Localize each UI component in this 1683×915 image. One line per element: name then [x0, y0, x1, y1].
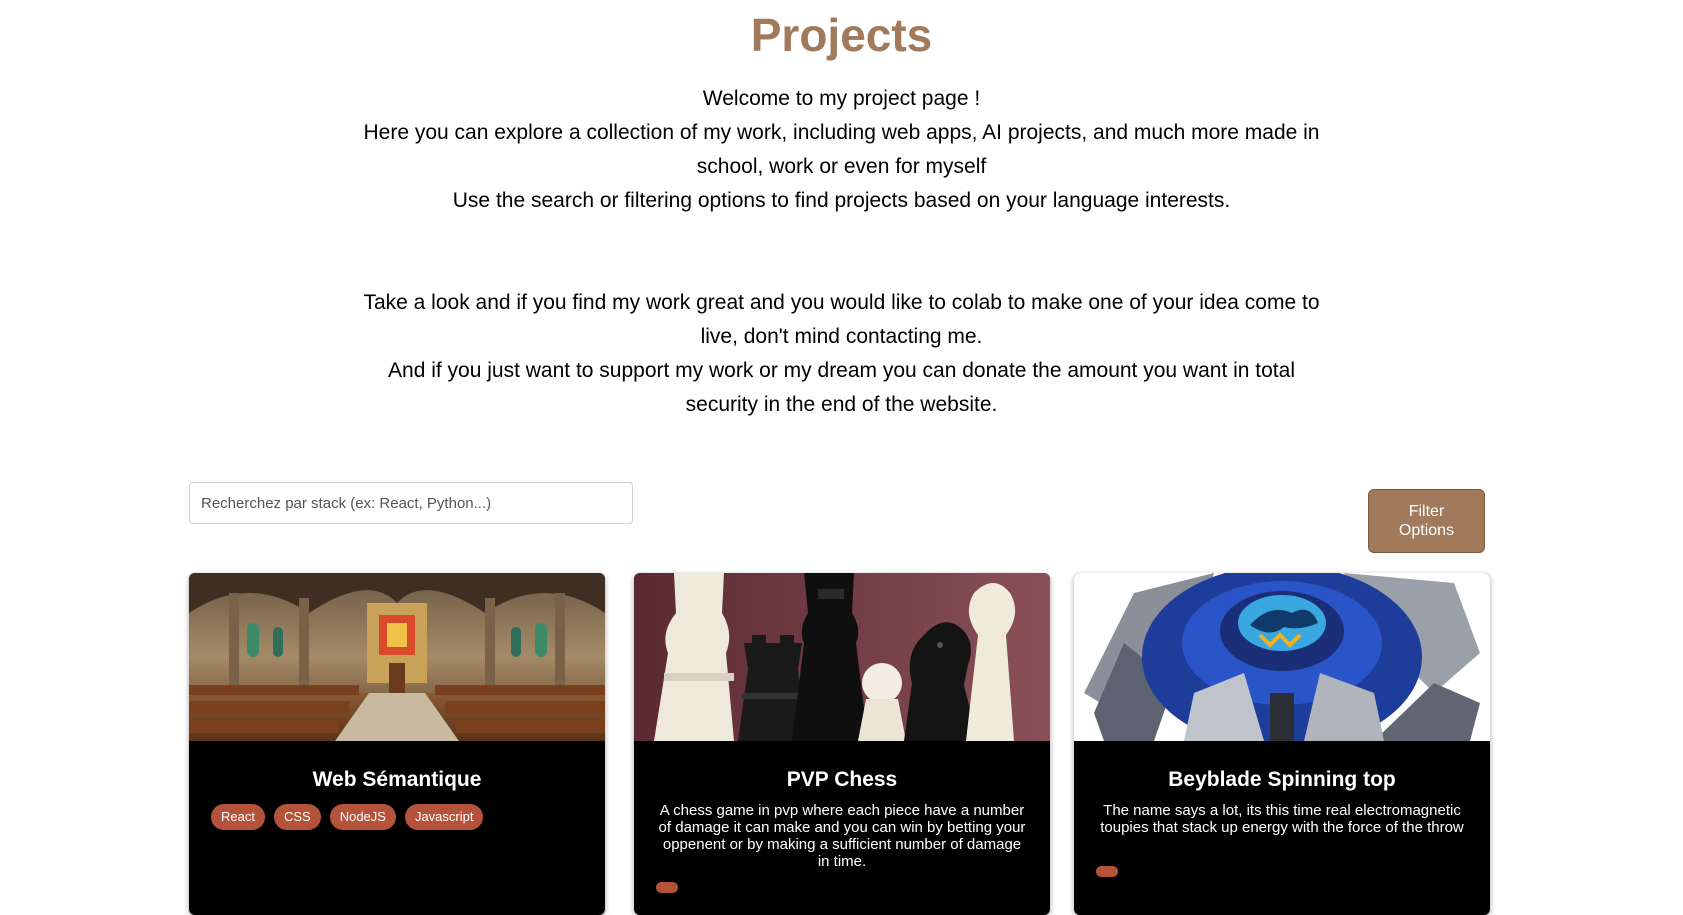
project-title: PVP Chess: [786, 768, 898, 791]
project-title: Web Sémantique: [312, 768, 482, 791]
outro-text: Take a look and if you find my work grea…: [360, 286, 1323, 422]
beyblade-image: [1074, 573, 1490, 741]
tag-javascript[interactable]: Javascript: [404, 804, 484, 830]
tag-list: React CSS NodeJS Javascript: [211, 804, 484, 830]
page-title: Projects: [750, 9, 933, 61]
tag-react[interactable]: React: [211, 804, 265, 830]
project-description: A chess game in pvp where each piece hav…: [658, 802, 1026, 870]
intro-text: Welcome to my project page ! Here you ca…: [360, 82, 1323, 422]
church-interior-image: [189, 573, 605, 741]
intro-line: Use the search or filtering options to f…: [452, 189, 1231, 212]
outro-line: And if you just want to support my work …: [388, 359, 1295, 416]
project-card-beyblade[interactable]: Beyblade Spinning top The name says a lo…: [1074, 573, 1490, 915]
intro-line: Here you can explore a collection of my …: [363, 121, 1320, 178]
project-title: Beyblade Spinning top: [1168, 768, 1396, 791]
project-card-pvp-chess[interactable]: PVP Chess A chess game in pvp where each…: [634, 573, 1050, 915]
tag-nodejs[interactable]: NodeJS: [329, 804, 396, 830]
empty-tag: [1096, 866, 1118, 877]
outro-line: Take a look and if you find my work grea…: [363, 291, 1320, 348]
project-description: The name says a lot, its this time real …: [1100, 802, 1464, 836]
project-card-web-semantique[interactable]: Web Sémantique React CSS NodeJS Javascri…: [189, 573, 605, 915]
filter-options-button[interactable]: Filter Options: [1368, 489, 1485, 553]
search-input[interactable]: [189, 482, 633, 524]
chess-pieces-image: [634, 573, 1050, 741]
intro-line: Welcome to my project page !: [702, 87, 981, 110]
empty-tag: [656, 882, 678, 893]
tag-css[interactable]: CSS: [273, 804, 321, 830]
projects-page: Projects Welcome to my project page ! He…: [0, 0, 1683, 915]
